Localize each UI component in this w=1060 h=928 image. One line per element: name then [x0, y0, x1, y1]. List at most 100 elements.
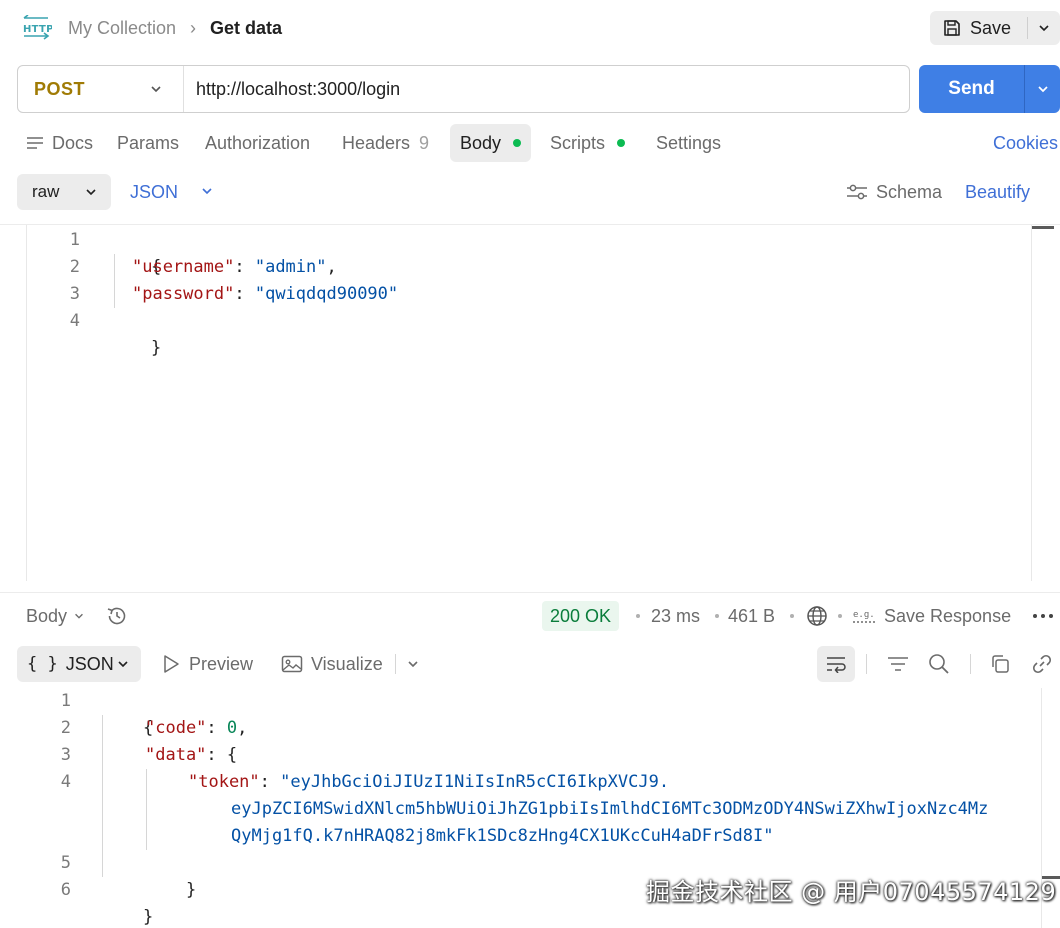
code-line: }: [102, 877, 153, 927]
url-input[interactable]: [196, 66, 896, 112]
code-line: "password": "qwiqdqd90090": [132, 281, 398, 308]
history-icon[interactable]: [105, 604, 129, 628]
close-brace: }: [150, 338, 162, 358]
preview-button[interactable]: Preview: [161, 646, 253, 682]
body-language-label: JSON: [130, 181, 179, 202]
tab-docs[interactable]: Docs: [26, 124, 93, 162]
request-body-editor[interactable]: 1 2 3 4 { "username": "admin", "password…: [0, 224, 1060, 586]
wrap-lines-button[interactable]: [817, 646, 855, 682]
indent-guide: [146, 769, 147, 850]
body-language-select[interactable]: JSON: [130, 174, 178, 210]
line-number: 4: [69, 311, 80, 331]
copy-button[interactable]: [982, 646, 1018, 682]
method-label: POST: [34, 78, 86, 99]
tab-headers[interactable]: Headers 9: [342, 124, 429, 162]
wrap-text-icon: [827, 657, 846, 673]
chevron-down-icon: [75, 613, 83, 619]
json-string: "admin": [254, 257, 327, 277]
toolbar-divider: [866, 654, 867, 674]
body-modified-dot: [513, 139, 522, 147]
colon: :: [234, 284, 255, 304]
json-string: eyJpZCI6MSwidXNlcm5hbWUiOiJhZG1pbiIsImlh…: [231, 799, 989, 819]
comma: ,: [326, 257, 337, 277]
scripts-modified-dot: [617, 139, 626, 147]
watermark: 掘金技术社区 @ 用户07045574129: [646, 878, 1057, 906]
filter-button[interactable]: [880, 646, 916, 682]
response-toolbar: { } JSON Preview Visualize: [0, 644, 1060, 686]
line-number: 2: [60, 718, 71, 738]
code-line: }: [110, 308, 161, 358]
response-body-tab[interactable]: Body: [26, 603, 85, 629]
status-badge[interactable]: 200 OK: [542, 601, 620, 631]
schema-button[interactable]: Schema: [846, 174, 942, 210]
save-button[interactable]: Save: [930, 11, 1026, 45]
meta-separator: [636, 614, 640, 618]
code-line: }: [145, 850, 196, 900]
line-number: 5: [60, 853, 71, 873]
editor-scrollbar[interactable]: [1032, 226, 1054, 229]
chevron-down-icon: [408, 661, 418, 668]
body-mode-select[interactable]: raw: [17, 174, 111, 210]
chevron-down-icon: [1039, 25, 1049, 32]
method-chevron[interactable]: [145, 78, 167, 100]
send-options-button[interactable]: [1025, 65, 1060, 113]
line-number: 3: [60, 745, 71, 765]
colon: :: [206, 745, 227, 765]
response-header-bar: Body 200 OK 23 ms 461 B e.g. Save Respon…: [0, 592, 1060, 638]
send-button[interactable]: Send: [919, 65, 1024, 113]
chevron-down-icon: [1037, 86, 1048, 93]
beautify-button[interactable]: Beautify: [965, 174, 1030, 210]
breadcrumb-request-name[interactable]: Get data: [210, 16, 282, 40]
save-options-button[interactable]: [1028, 11, 1060, 45]
save-button-label: Save: [970, 17, 1012, 38]
response-format-chevron: [113, 654, 133, 674]
response-format-select[interactable]: { } JSON: [17, 646, 141, 682]
sliders-icon: [847, 184, 867, 200]
save-response-button[interactable]: e.g. Save Response: [852, 603, 1011, 629]
line-number: 6: [60, 880, 71, 900]
search-button[interactable]: [921, 646, 957, 682]
chevron-down-icon: [202, 188, 212, 195]
play-icon: [164, 655, 179, 673]
breadcrumb-collection[interactable]: My Collection: [68, 16, 176, 40]
schema-label: Schema: [876, 181, 943, 202]
comma: ,: [237, 718, 248, 738]
request-tabs: Docs Params Authorization Headers 9 Body…: [0, 124, 1060, 164]
response-body-label: Body: [26, 605, 68, 626]
tab-body-label: Body: [460, 132, 502, 153]
tab-params-label: Params: [117, 132, 180, 153]
link-button[interactable]: [1024, 646, 1060, 682]
code-line: "data": {: [145, 742, 237, 769]
editor-right-border: [1031, 225, 1032, 581]
response-size[interactable]: 461 B: [728, 603, 775, 629]
more-options-icon[interactable]: [1030, 607, 1056, 625]
tab-settings-label: Settings: [656, 132, 722, 153]
visualize-button[interactable]: Visualize: [281, 646, 383, 682]
json-number: 0: [226, 718, 238, 738]
tab-headers-label: Headers: [342, 132, 411, 153]
chevron-down-icon: [151, 86, 161, 93]
tab-settings[interactable]: Settings: [656, 124, 721, 162]
response-time[interactable]: 23 ms: [651, 603, 700, 629]
tab-body[interactable]: Body: [450, 124, 532, 162]
visualize-options-button[interactable]: [395, 646, 431, 682]
tab-params[interactable]: Params: [117, 124, 179, 162]
json-key: "data": [145, 745, 207, 765]
tab-authorization[interactable]: Authorization: [205, 124, 310, 162]
code-line: {: [102, 688, 153, 738]
body-language-chevron[interactable]: [197, 181, 217, 201]
cookies-link[interactable]: Cookies: [993, 124, 1058, 162]
globe-icon[interactable]: [805, 604, 829, 628]
body-mode-chevron: [80, 181, 102, 203]
code-line-wrapped: QyMjg1fQ.k7nHRAQ82j8mkFk1SDc8zHng4CX1UKc…: [231, 823, 773, 850]
save-icon: [944, 20, 960, 36]
url-bar: POST: [17, 65, 910, 113]
example-icon: e.g.: [853, 610, 875, 623]
close-brace: }: [185, 880, 197, 900]
http-request-icon: HTTP: [23, 15, 52, 40]
tab-scripts[interactable]: Scripts: [550, 124, 626, 162]
braces-icon: { }: [27, 654, 58, 674]
line-number: 2: [69, 257, 80, 277]
save-response-label: Save Response: [884, 605, 1012, 626]
json-key: "password": [132, 284, 235, 304]
